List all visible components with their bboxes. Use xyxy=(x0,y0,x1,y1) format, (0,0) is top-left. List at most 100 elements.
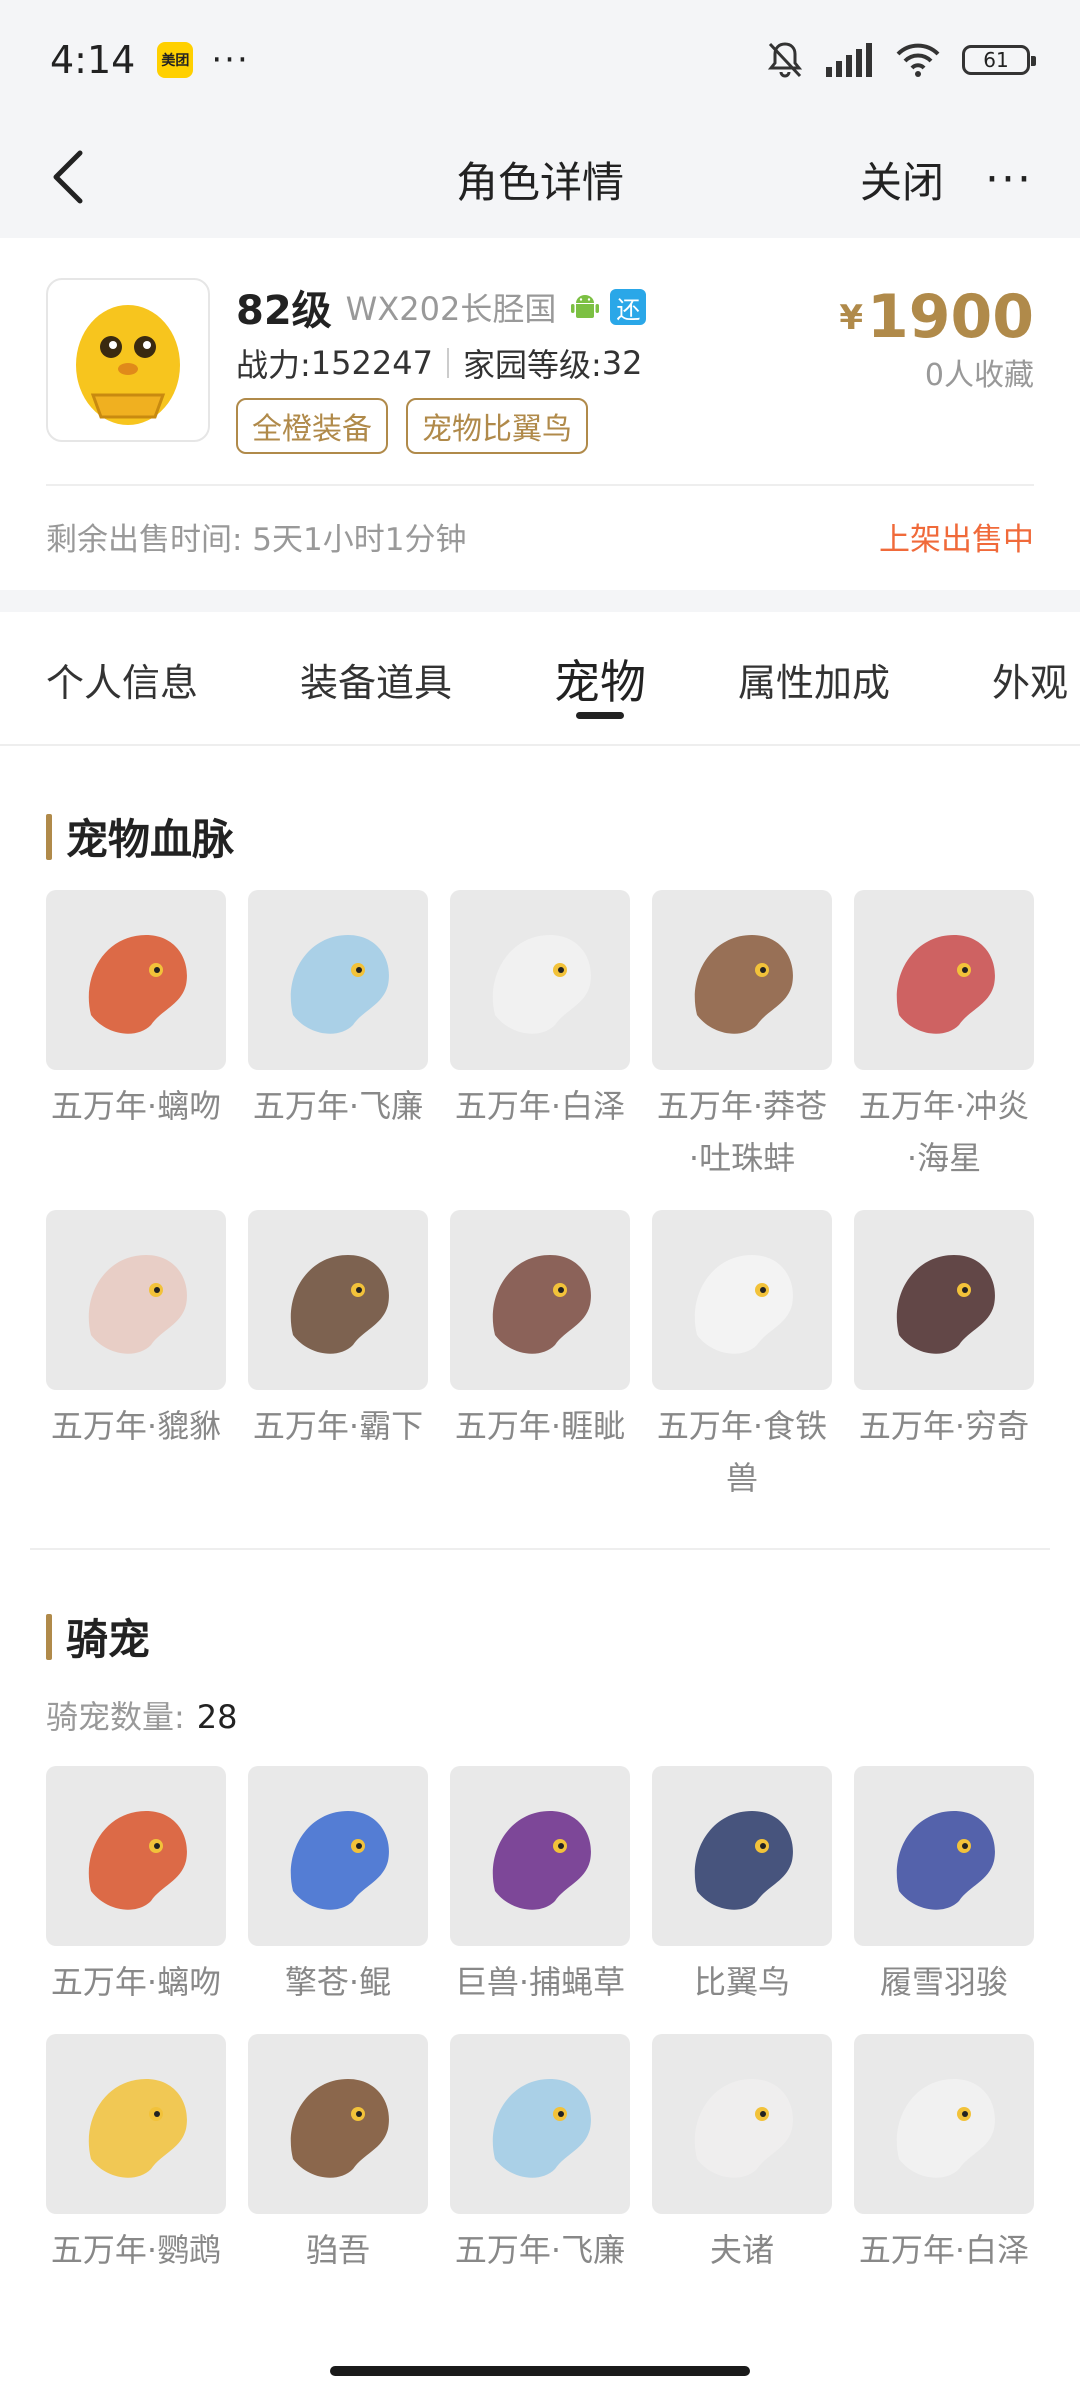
白泽-icon xyxy=(854,2034,1034,2214)
pet-name: 履雪羽骏 xyxy=(879,1963,1008,2001)
mount-count: 骑宠数量: 28 xyxy=(46,1692,238,1738)
yellow-chick-avatar-icon xyxy=(76,305,180,425)
pet-name: 五万年·冲炎·海星 xyxy=(858,1087,1030,1177)
bell-muted-icon xyxy=(767,42,803,78)
battery-icon: 61 xyxy=(962,45,1036,75)
pet-name: 五万年·白泽 xyxy=(454,1087,626,1125)
pet-item[interactable]: 五万年·莽苍·吐珠蚌 xyxy=(652,890,832,1184)
pet-item[interactable]: 驺吾 xyxy=(248,2034,428,2276)
tab-equipment[interactable]: 装备道具 xyxy=(300,652,452,707)
role-summary-card: 82级 WX202长胫国 还 战力: 152247 家园等级: 32 全橙装备 … xyxy=(0,238,1080,590)
捕蝇草-icon xyxy=(492,1811,591,1910)
pet-item[interactable]: 五万年·貔貅 xyxy=(46,1210,226,1504)
pet-item[interactable]: 比翼鸟 xyxy=(652,1766,832,2008)
remaining-time: 剩余出售时间: 5天1小时1分钟 xyxy=(46,522,467,558)
meituan-badge-icon: 美团 xyxy=(157,42,194,78)
return-badge: 还 xyxy=(610,289,647,325)
pet-name: 五万年·食铁兽 xyxy=(656,1407,828,1497)
pet-name: 五万年·飞廉 xyxy=(252,1087,424,1125)
螭吻-icon xyxy=(46,1766,226,1946)
pet-name: 五万年·白泽 xyxy=(858,2231,1030,2269)
履雪羽骏-icon xyxy=(896,1811,995,1910)
鲲-icon xyxy=(290,1811,389,1910)
back-button[interactable] xyxy=(50,142,110,212)
section-title-bloodline: 宠物血脉 xyxy=(46,806,234,867)
pet-item[interactable]: 五万年·白泽 xyxy=(450,890,630,1184)
price-amount: 1900 xyxy=(867,282,1034,352)
home-indicator[interactable] xyxy=(330,2366,750,2376)
pet-name: 五万年·螭吻 xyxy=(50,1963,222,2001)
home-level-value: 32 xyxy=(601,344,643,382)
more-options-button[interactable]: ··· xyxy=(985,154,1033,205)
螭吻-icon xyxy=(46,890,226,1070)
海星-icon xyxy=(854,890,1034,1070)
白泽-icon xyxy=(450,890,630,1070)
夫诸-icon xyxy=(694,2079,793,2178)
divider xyxy=(446,348,449,378)
比翼鸟-icon xyxy=(652,1766,832,1946)
section-title-text: 骑宠 xyxy=(66,1615,151,1664)
睚眦-icon xyxy=(450,1210,630,1390)
pet-item[interactable]: 五万年·白泽 xyxy=(854,2034,1034,2276)
pet-item[interactable]: 巨兽·捕蝇草 xyxy=(450,1766,630,2008)
price: ¥1900 xyxy=(839,282,1034,352)
螭吻-icon xyxy=(88,1811,187,1910)
白泽-icon xyxy=(492,935,591,1034)
飞廉-icon xyxy=(450,2034,630,2214)
divider xyxy=(46,484,1034,486)
pet-item[interactable]: 五万年·霸下 xyxy=(248,1210,428,1504)
pet-item[interactable]: 五万年·飞廉 xyxy=(450,2034,630,2276)
tag-pet: 宠物比翼鸟 xyxy=(406,398,588,454)
pet-name: 五万年·飞廉 xyxy=(454,2231,626,2269)
飞廉-icon xyxy=(492,2079,591,2178)
pet-name: 夫诸 xyxy=(709,2231,774,2269)
pet-item[interactable]: 五万年·飞廉 xyxy=(248,890,428,1184)
tab-attributes[interactable]: 属性加成 xyxy=(738,652,890,707)
pet-item[interactable]: 五万年·睚眦 xyxy=(450,1210,630,1504)
close-button[interactable]: 关闭 xyxy=(860,149,944,210)
tab-personal-info[interactable]: 个人信息 xyxy=(46,652,198,707)
霸下-icon xyxy=(290,1255,389,1354)
pet-item[interactable]: 五万年·食铁兽 xyxy=(652,1210,832,1504)
pet-item[interactable]: 五万年·鹦鹉 xyxy=(46,2034,226,2276)
tab-appearance[interactable]: 外观 xyxy=(992,652,1068,707)
android-icon xyxy=(571,295,600,318)
捕蝇草-icon xyxy=(450,1766,630,1946)
pet-item[interactable]: 夫诸 xyxy=(652,2034,832,2276)
鹦鹉-icon xyxy=(88,2079,187,2178)
驺吾-icon xyxy=(290,2079,389,2178)
食铁兽-icon xyxy=(694,1255,793,1354)
pet-item[interactable]: 五万年·螭吻 xyxy=(46,1766,226,2008)
貔貅-icon xyxy=(88,1255,187,1354)
pet-name: 五万年·穷奇 xyxy=(858,1407,1030,1445)
pet-item[interactable]: 擎苍·鲲 xyxy=(248,1766,428,2008)
section-title-mounts: 骑宠 xyxy=(46,1606,150,1667)
比翼鸟-icon xyxy=(694,1811,793,1910)
pet-item[interactable]: 五万年·螭吻 xyxy=(46,890,226,1184)
履雪羽骏-icon xyxy=(854,1766,1034,1946)
pet-item[interactable]: 履雪羽骏 xyxy=(854,1766,1034,2008)
status-time: 4:14 xyxy=(50,38,136,82)
pet-item[interactable]: 五万年·冲炎·海星 xyxy=(854,890,1034,1184)
夫诸-icon xyxy=(652,2034,832,2214)
穷奇-icon xyxy=(854,1210,1034,1390)
notification-more-icon: ··· xyxy=(211,40,250,80)
mount-count-value: 28 xyxy=(196,1698,238,1736)
吐珠蚌-icon xyxy=(652,890,832,1070)
鹦鹉-icon xyxy=(46,2034,226,2214)
tab-pets[interactable]: 宠物 xyxy=(554,646,646,712)
tab-bar: 个人信息 装备道具 宠物 属性加成 外观 xyxy=(0,612,1080,746)
pet-name: 五万年·鹦鹉 xyxy=(50,2231,222,2269)
穷奇-icon xyxy=(896,1255,995,1354)
signal-icon xyxy=(826,43,872,77)
pet-name: 五万年·螭吻 xyxy=(50,1087,222,1125)
role-level: 82级 xyxy=(236,288,332,334)
pet-name: 擎苍·鲲 xyxy=(284,1963,392,2001)
power-label: 战力: xyxy=(236,346,311,384)
power-value: 152247 xyxy=(310,344,433,382)
pet-item[interactable]: 五万年·穷奇 xyxy=(854,1210,1034,1504)
bloodline-grid: 五万年·螭吻 五万年·飞廉 五万年·白泽 五万年·莽苍·吐珠蚌 五万年·冲炎·海星五万年… xyxy=(46,890,1036,1504)
貔貅-icon xyxy=(46,1210,226,1390)
server-name: WX202长胫国 xyxy=(345,290,557,328)
鲲-icon xyxy=(248,1766,428,1946)
